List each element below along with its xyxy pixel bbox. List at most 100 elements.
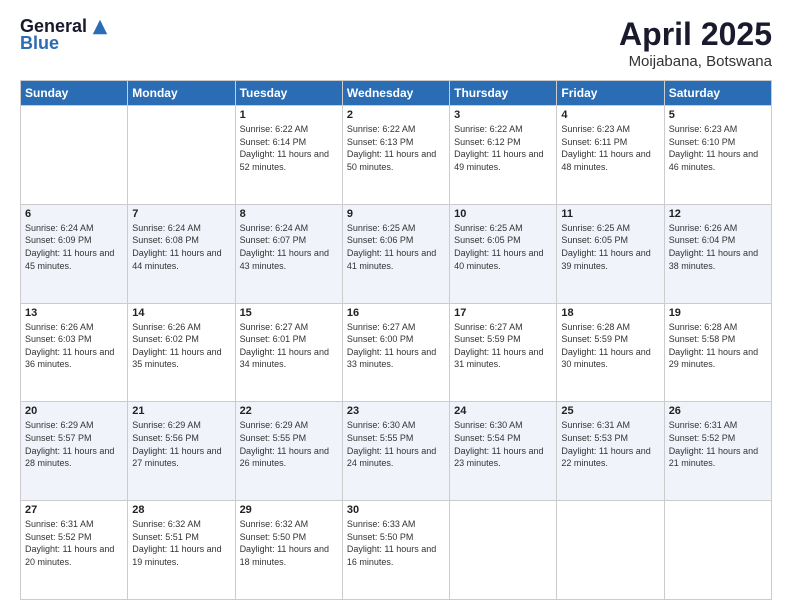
day-info: Sunrise: 6:32 AM Sunset: 5:51 PM Dayligh… [132, 518, 230, 568]
day-info: Sunrise: 6:26 AM Sunset: 6:02 PM Dayligh… [132, 321, 230, 371]
day-info: Sunrise: 6:27 AM Sunset: 6:01 PM Dayligh… [240, 321, 338, 371]
table-row: 15 Sunrise: 6:27 AM Sunset: 6:01 PM Dayli… [235, 303, 342, 402]
day-number: 10 [454, 208, 552, 220]
day-number: 5 [669, 109, 767, 121]
table-row [128, 106, 235, 205]
day-number: 9 [347, 208, 445, 220]
col-wednesday: Wednesday [342, 81, 449, 106]
table-row: 18Sunrise: 6:28 AM Sunset: 5:59 PM Dayli… [557, 303, 664, 402]
day-info: Sunrise: 6:30 AM Sunset: 5:54 PM Dayligh… [454, 419, 552, 469]
table-row: 16Sunrise: 6:27 AM Sunset: 6:00 PM Dayli… [342, 303, 449, 402]
col-sunday: Sunday [21, 81, 128, 106]
day-number: 15 [240, 307, 338, 319]
title-area: April 2025 Moijabana, Botswana [619, 16, 772, 70]
calendar-week-row: 27 Sunrise: 6:31 AM Sunset: 5:52 PM Dayli… [21, 501, 772, 600]
day-number: 25 [561, 405, 659, 417]
header: General Blue April 2025 Moijabana, Botsw… [20, 16, 772, 70]
day-info: Sunrise: 6:22 AM Sunset: 6:14 PM Dayligh… [240, 123, 338, 173]
calendar-table: Sunday Monday Tuesday Wednesday Thursday… [20, 80, 772, 600]
table-row: 29 Sunrise: 6:32 AM Sunset: 5:50 PM Dayli… [235, 501, 342, 600]
day-info: Sunrise: 6:28 AM Sunset: 5:58 PM Dayligh… [669, 321, 767, 371]
day-number: 7 [132, 208, 230, 220]
table-row: 6 Sunrise: 6:24 AM Sunset: 6:09 PM Daylig… [21, 204, 128, 303]
day-info: Sunrise: 6:30 AM Sunset: 5:55 PM Dayligh… [347, 419, 445, 469]
logo-blue-text: Blue [20, 33, 59, 54]
calendar-header-row: Sunday Monday Tuesday Wednesday Thursday… [21, 81, 772, 106]
day-number: 23 [347, 405, 445, 417]
table-row: 9Sunrise: 6:25 AM Sunset: 6:06 PM Daylig… [342, 204, 449, 303]
day-number: 27 [25, 504, 123, 516]
day-info: Sunrise: 6:22 AM Sunset: 6:13 PM Dayligh… [347, 123, 445, 173]
table-row: 4 Sunrise: 6:23 AM Sunset: 6:11 PM Daylig… [557, 106, 664, 205]
table-row [450, 501, 557, 600]
day-info: Sunrise: 6:22 AM Sunset: 6:12 PM Dayligh… [454, 123, 552, 173]
table-row: 5Sunrise: 6:23 AM Sunset: 6:10 PM Daylig… [664, 106, 771, 205]
day-info: Sunrise: 6:26 AM Sunset: 6:03 PM Dayligh… [25, 321, 123, 371]
table-row: 30Sunrise: 6:33 AM Sunset: 5:50 PM Dayli… [342, 501, 449, 600]
table-row: 8 Sunrise: 6:24 AM Sunset: 6:07 PM Daylig… [235, 204, 342, 303]
day-info: Sunrise: 6:29 AM Sunset: 5:55 PM Dayligh… [240, 419, 338, 469]
day-info: Sunrise: 6:33 AM Sunset: 5:50 PM Dayligh… [347, 518, 445, 568]
day-number: 13 [25, 307, 123, 319]
table-row [557, 501, 664, 600]
col-thursday: Thursday [450, 81, 557, 106]
day-info: Sunrise: 6:31 AM Sunset: 5:52 PM Dayligh… [25, 518, 123, 568]
day-info: Sunrise: 6:25 AM Sunset: 6:05 PM Dayligh… [454, 222, 552, 272]
day-number: 22 [240, 405, 338, 417]
table-row: 21 Sunrise: 6:29 AM Sunset: 5:56 PM Dayli… [128, 402, 235, 501]
logo: General Blue [20, 16, 109, 54]
day-number: 4 [561, 109, 659, 121]
day-info: Sunrise: 6:26 AM Sunset: 6:04 PM Dayligh… [669, 222, 767, 272]
day-number: 28 [132, 504, 230, 516]
day-number: 20 [25, 405, 123, 417]
logo-icon [91, 18, 109, 36]
day-info: Sunrise: 6:24 AM Sunset: 6:07 PM Dayligh… [240, 222, 338, 272]
day-number: 11 [561, 208, 659, 220]
day-number: 12 [669, 208, 767, 220]
day-info: Sunrise: 6:23 AM Sunset: 6:11 PM Dayligh… [561, 123, 659, 173]
day-number: 26 [669, 405, 767, 417]
table-row: 3Sunrise: 6:22 AM Sunset: 6:12 PM Daylig… [450, 106, 557, 205]
table-row: 28 Sunrise: 6:32 AM Sunset: 5:51 PM Dayli… [128, 501, 235, 600]
table-row: 12 Sunrise: 6:26 AM Sunset: 6:04 PM Dayli… [664, 204, 771, 303]
day-number: 14 [132, 307, 230, 319]
table-row: 11 Sunrise: 6:25 AM Sunset: 6:05 PM Dayli… [557, 204, 664, 303]
table-row [21, 106, 128, 205]
table-row [664, 501, 771, 600]
title-location: Moijabana, Botswana [619, 53, 772, 70]
day-info: Sunrise: 6:29 AM Sunset: 5:57 PM Dayligh… [25, 419, 123, 469]
day-info: Sunrise: 6:32 AM Sunset: 5:50 PM Dayligh… [240, 518, 338, 568]
table-row: 25 Sunrise: 6:31 AM Sunset: 5:53 PM Dayli… [557, 402, 664, 501]
table-row: 24Sunrise: 6:30 AM Sunset: 5:54 PM Dayli… [450, 402, 557, 501]
day-number: 1 [240, 109, 338, 121]
day-info: Sunrise: 6:31 AM Sunset: 5:53 PM Dayligh… [561, 419, 659, 469]
day-number: 8 [240, 208, 338, 220]
day-number: 16 [347, 307, 445, 319]
day-number: 17 [454, 307, 552, 319]
col-monday: Monday [128, 81, 235, 106]
table-row: 10 Sunrise: 6:25 AM Sunset: 6:05 PM Dayli… [450, 204, 557, 303]
table-row: 1 Sunrise: 6:22 AM Sunset: 6:14 PM Daylig… [235, 106, 342, 205]
table-row: 19 Sunrise: 6:28 AM Sunset: 5:58 PM Dayli… [664, 303, 771, 402]
day-number: 21 [132, 405, 230, 417]
col-tuesday: Tuesday [235, 81, 342, 106]
table-row: 14 Sunrise: 6:26 AM Sunset: 6:02 PM Dayli… [128, 303, 235, 402]
col-friday: Friday [557, 81, 664, 106]
calendar-week-row: 6 Sunrise: 6:24 AM Sunset: 6:09 PM Daylig… [21, 204, 772, 303]
table-row: 13 Sunrise: 6:26 AM Sunset: 6:03 PM Dayli… [21, 303, 128, 402]
day-info: Sunrise: 6:24 AM Sunset: 6:09 PM Dayligh… [25, 222, 123, 272]
day-number: 29 [240, 504, 338, 516]
col-saturday: Saturday [664, 81, 771, 106]
day-number: 6 [25, 208, 123, 220]
day-number: 19 [669, 307, 767, 319]
calendar-week-row: 1 Sunrise: 6:22 AM Sunset: 6:14 PM Daylig… [21, 106, 772, 205]
table-row: 2Sunrise: 6:22 AM Sunset: 6:13 PM Daylig… [342, 106, 449, 205]
title-month: April 2025 [619, 16, 772, 53]
table-row: 7Sunrise: 6:24 AM Sunset: 6:08 PM Daylig… [128, 204, 235, 303]
day-info: Sunrise: 6:29 AM Sunset: 5:56 PM Dayligh… [132, 419, 230, 469]
table-row: 27 Sunrise: 6:31 AM Sunset: 5:52 PM Dayli… [21, 501, 128, 600]
day-info: Sunrise: 6:25 AM Sunset: 6:05 PM Dayligh… [561, 222, 659, 272]
table-row: 23 Sunrise: 6:30 AM Sunset: 5:55 PM Dayli… [342, 402, 449, 501]
page: General Blue April 2025 Moijabana, Botsw… [0, 0, 792, 612]
calendar-week-row: 13 Sunrise: 6:26 AM Sunset: 6:03 PM Dayli… [21, 303, 772, 402]
